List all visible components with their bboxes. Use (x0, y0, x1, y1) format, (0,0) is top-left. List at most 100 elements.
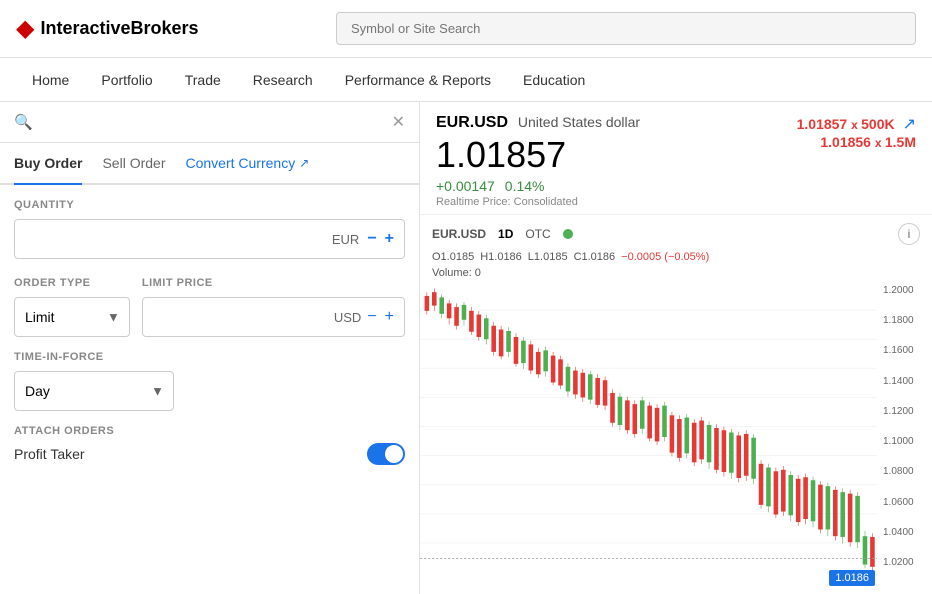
y-axis: 1.2000 1.1800 1.1600 1.1400 1.1200 1.100… (877, 281, 932, 572)
symbol-search-row: 🔍 EUR.USD ✕ (0, 102, 419, 143)
right-panel: EUR.USD United States dollar 1.01857 +0.… (420, 102, 932, 594)
chart-container: EUR.USD 1D OTC i O1.0185 H1.0186 L1.0185… (420, 215, 932, 594)
realtime-label: Realtime Price: Consolidated (436, 196, 640, 208)
ticker-symbol: EUR.USD (436, 114, 508, 131)
external-arrow-icon: ↗ (299, 156, 309, 170)
ticker-price: 1.01857 (436, 134, 640, 176)
nav-research[interactable]: Research (237, 60, 329, 100)
quantity-increase[interactable]: + (385, 230, 394, 248)
price-change-abs: +0.00147 (436, 178, 495, 194)
order-type-col: ORDER TYPE Limit Market Stop Stop Limit … (14, 277, 130, 337)
tab-buy-order[interactable]: Buy Order (14, 143, 82, 185)
logo-icon: ◆ (16, 14, 34, 43)
current-price-badge: 1.0186 (829, 570, 875, 586)
limit-price-currency: USD (334, 310, 361, 325)
y-axis-label-6: 1.0800 (883, 466, 926, 477)
quantity-input-row: 20,000 EUR − + (14, 219, 405, 259)
toggle-knob (385, 445, 403, 463)
order-tabs: Buy Order Sell Order Convert Currency ↗ (0, 143, 419, 185)
tab-sell-order[interactable]: Sell Order (102, 143, 165, 185)
clear-search-icon[interactable]: ✕ (392, 112, 405, 132)
ohlc-high: H1.0186 (480, 251, 522, 263)
tif-label: TIME-IN-FORCE (14, 351, 405, 363)
ohlc-low: L1.0185 (528, 251, 568, 263)
order-type-select-wrapper: Limit Market Stop Stop Limit ▼ (14, 297, 130, 337)
ohlc-row: O1.0185 H1.0186 L1.0185 C1.0186 −0.0005 … (420, 251, 932, 267)
ticker-change-row: +0.00147 0.14% (436, 178, 640, 194)
profit-taker-label: Profit Taker (14, 446, 85, 462)
y-axis-label-8: 1.0400 (883, 527, 926, 538)
y-axis-label-0: 1.2000 (883, 285, 926, 296)
header: ◆ InteractiveBrokers (0, 0, 932, 58)
tif-select[interactable]: Day GTC OPG IOC FOK (14, 371, 174, 411)
ohlc-open: O1.0185 (432, 251, 474, 263)
quantity-controls: − + (367, 230, 394, 248)
quantity-label: QUANTITY (14, 199, 405, 211)
limit-price-controls: − + (367, 308, 394, 326)
chart-svg-area (420, 281, 877, 572)
chart-type-label: OTC (525, 227, 550, 241)
ticker-top-row: EUR.USD United States dollar 1.01857 +0.… (436, 114, 916, 208)
chart-toolbar: EUR.USD 1D OTC i (420, 223, 932, 251)
external-link-icon[interactable]: ↗ (903, 114, 916, 134)
logo-interactive: Interactive (40, 18, 130, 38)
y-axis-label-3: 1.1400 (883, 376, 926, 387)
limit-price-col: LIMIT PRICE 1.01903 USD − + (142, 277, 405, 337)
symbol-search-input[interactable]: EUR.USD (41, 114, 392, 130)
tab-convert-currency[interactable]: Convert Currency ↗ (186, 143, 310, 183)
tif-select-wrapper: Day GTC OPG IOC FOK ▼ (14, 371, 174, 411)
y-axis-label-9: 1.0200 (883, 557, 926, 568)
limit-price-input-row: 1.01903 USD − + (142, 297, 405, 337)
chart-symbol-label: EUR.USD (432, 227, 486, 241)
bid-price: 1.01857 x 500K (797, 116, 895, 132)
limit-price-label: LIMIT PRICE (142, 277, 405, 289)
nav-education[interactable]: Education (507, 60, 601, 100)
attach-orders-label: ATTACH ORDERS (14, 425, 405, 437)
volume-row: Volume: 0 (420, 267, 932, 281)
order-type-label: ORDER TYPE (14, 277, 130, 289)
quantity-field[interactable]: 20,000 (25, 231, 125, 248)
chart-info-button[interactable]: i (898, 223, 920, 245)
y-axis-label-4: 1.1200 (883, 406, 926, 417)
quantity-currency: EUR (332, 232, 359, 247)
attach-orders-section: ATTACH ORDERS Profit Taker (0, 425, 419, 479)
limit-decrease[interactable]: − (367, 308, 376, 326)
quantity-decrease[interactable]: − (367, 230, 376, 248)
chart-period-label[interactable]: 1D (498, 227, 513, 241)
logo: ◆ InteractiveBrokers (16, 14, 199, 43)
ohlc-close: C1.0186 (574, 251, 616, 263)
order-type-section: ORDER TYPE Limit Market Stop Stop Limit … (0, 277, 419, 351)
ohlc-change: −0.0005 (−0.05%) (621, 251, 709, 263)
nav-performance[interactable]: Performance & Reports (329, 60, 507, 100)
limit-price-field[interactable]: 1.01903 (153, 309, 334, 325)
global-search-input[interactable] (336, 12, 916, 45)
order-limit-row: ORDER TYPE Limit Market Stop Stop Limit … (14, 277, 405, 337)
live-indicator (563, 229, 573, 239)
profit-taker-toggle[interactable] (367, 443, 405, 465)
ticker-info: EUR.USD United States dollar 1.01857 +0.… (436, 114, 640, 208)
y-axis-label-5: 1.1000 (883, 436, 926, 447)
nav-portfolio[interactable]: Portfolio (85, 60, 168, 100)
ticker-header: EUR.USD United States dollar 1.01857 +0.… (420, 102, 932, 215)
tif-section: TIME-IN-FORCE Day GTC OPG IOC FOK ▼ (0, 351, 419, 425)
y-axis-label-7: 1.0600 (883, 497, 926, 508)
main-nav: Home Portfolio Trade Research Performanc… (0, 58, 932, 102)
quantity-section: QUANTITY 20,000 EUR − + (0, 185, 419, 273)
limit-increase[interactable]: + (385, 308, 394, 326)
chart-body: 1.2000 1.1800 1.1600 1.1400 1.1200 1.100… (420, 281, 932, 572)
nav-trade[interactable]: Trade (169, 60, 237, 100)
price-change-pct: 0.14% (505, 178, 545, 194)
ticker-description: United States dollar (518, 114, 640, 130)
volume-label: Volume: 0 (432, 267, 481, 279)
profit-taker-row: Profit Taker (14, 443, 405, 465)
search-icon: 🔍 (14, 113, 33, 131)
main-content: 🔍 EUR.USD ✕ Buy Order Sell Order Convert… (0, 102, 932, 594)
y-axis-label-1: 1.1800 (883, 315, 926, 326)
order-type-select[interactable]: Limit Market Stop Stop Limit (14, 297, 130, 337)
ask-price: 1.01856 x 1.5M (797, 134, 916, 150)
nav-home[interactable]: Home (16, 60, 85, 100)
logo-text: InteractiveBrokers (40, 18, 198, 39)
candlestick-chart (420, 281, 877, 572)
global-search-bar[interactable] (336, 12, 916, 45)
y-axis-label-2: 1.1600 (883, 345, 926, 356)
